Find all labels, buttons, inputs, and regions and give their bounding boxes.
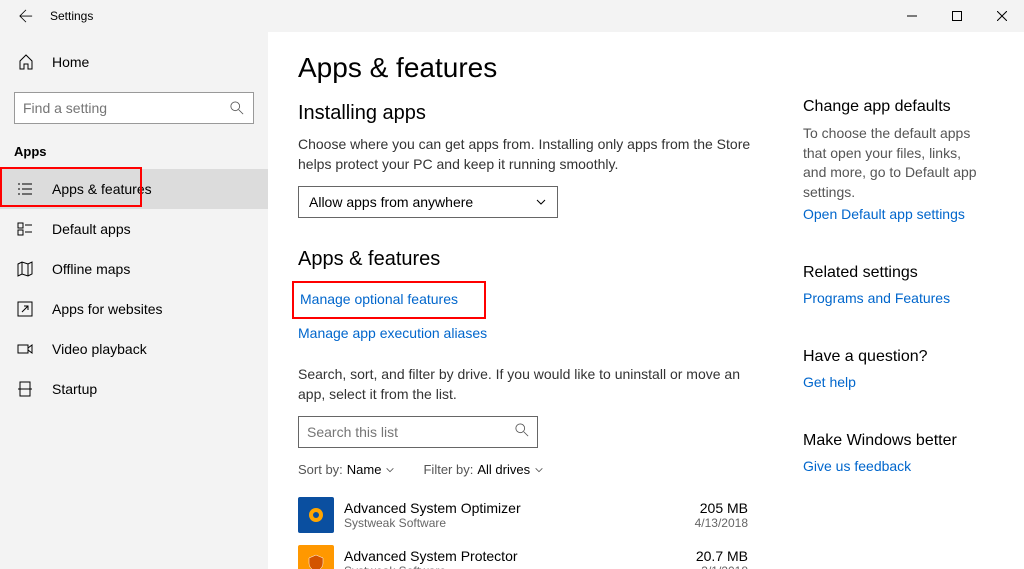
sidebar-item-offline-maps[interactable]: Offline maps xyxy=(0,249,268,289)
manage-optional-link[interactable]: Manage optional features xyxy=(300,291,458,307)
sidebar-item-label: Apps for websites xyxy=(52,301,163,317)
side-panel: Change app defaults To choose the defaul… xyxy=(768,52,984,569)
window-title: Settings xyxy=(50,9,93,23)
app-list-search-field[interactable] xyxy=(307,424,515,440)
sidebar-item-label: Video playback xyxy=(52,341,147,357)
sidebar-item-default-apps[interactable]: Default apps xyxy=(0,209,268,249)
defaults-icon xyxy=(16,221,34,237)
search-field[interactable] xyxy=(23,100,229,116)
open-icon xyxy=(16,301,34,317)
page-title: Apps & features xyxy=(298,52,768,84)
app-name: Advanced System Optimizer xyxy=(344,500,695,516)
highlight-marker: Manage optional features xyxy=(292,281,486,319)
app-list-search[interactable] xyxy=(298,416,538,448)
search-icon xyxy=(515,423,529,442)
map-icon xyxy=(16,261,34,277)
filter-dropdown[interactable]: Filter by: All drives xyxy=(423,462,544,477)
chevron-down-icon xyxy=(535,196,547,208)
chevron-down-icon xyxy=(385,465,395,475)
help-heading: Have a question? xyxy=(803,348,984,366)
search-input[interactable] xyxy=(14,92,254,124)
titlebar: Settings xyxy=(0,0,1024,32)
app-publisher: Systweak Software xyxy=(344,564,696,569)
chevron-down-icon xyxy=(534,465,544,475)
minimize-icon xyxy=(907,11,917,21)
features-heading: Apps & features xyxy=(298,248,768,271)
startup-icon xyxy=(16,381,34,397)
app-size: 20.7 MB xyxy=(696,548,748,564)
sort-dropdown[interactable]: Sort by: Name xyxy=(298,462,395,477)
app-source-dropdown[interactable]: Allow apps from anywhere xyxy=(298,186,558,218)
related-heading: Related settings xyxy=(803,264,984,282)
home-button[interactable]: Home xyxy=(0,42,268,82)
app-publisher: Systweak Software xyxy=(344,516,695,530)
sidebar-item-label: Apps & features xyxy=(52,181,152,197)
app-date: 3/1/2018 xyxy=(696,564,748,569)
app-icon xyxy=(298,497,334,533)
sidebar-item-label: Default apps xyxy=(52,221,131,237)
programs-features-link[interactable]: Programs and Features xyxy=(803,290,950,306)
manage-aliases-link[interactable]: Manage app execution aliases xyxy=(298,325,487,341)
installing-heading: Installing apps xyxy=(298,102,768,125)
back-button[interactable] xyxy=(10,0,42,32)
app-date: 4/13/2018 xyxy=(695,516,748,530)
maximize-icon xyxy=(952,11,962,21)
defaults-text: To choose the default apps that open you… xyxy=(803,124,984,202)
sidebar-item-startup[interactable]: Startup xyxy=(0,369,268,409)
section-label: Apps xyxy=(0,138,268,169)
close-icon xyxy=(997,11,1007,21)
sidebar-item-video-playback[interactable]: Video playback xyxy=(0,329,268,369)
maximize-button[interactable] xyxy=(934,0,979,32)
video-icon xyxy=(16,341,34,357)
sidebar: Home Apps Apps & features Default apps O… xyxy=(0,32,268,569)
search-hint: Search, sort, and filter by drive. If yo… xyxy=(298,365,768,404)
app-name: Advanced System Protector xyxy=(344,548,696,564)
dropdown-value: Allow apps from anywhere xyxy=(309,194,473,210)
content: Apps & features Installing apps Choose w… xyxy=(268,32,1024,569)
sidebar-item-label: Offline maps xyxy=(52,261,130,277)
app-size: 205 MB xyxy=(695,500,748,516)
app-list-item[interactable]: Advanced System Optimizer Systweak Softw… xyxy=(298,491,768,539)
feedback-heading: Make Windows better xyxy=(803,432,984,450)
open-default-apps-link[interactable]: Open Default app settings xyxy=(803,206,965,222)
sort-filter-row: Sort by: Name Filter by: All drives xyxy=(298,462,768,477)
app-icon xyxy=(298,545,334,569)
get-help-link[interactable]: Get help xyxy=(803,374,856,390)
arrow-left-icon xyxy=(19,9,33,23)
sidebar-item-label: Startup xyxy=(52,381,97,397)
installing-text: Choose where you can get apps from. Inst… xyxy=(298,135,768,174)
app-list-item[interactable]: Advanced System Protector Systweak Softw… xyxy=(298,539,768,569)
home-icon xyxy=(18,54,34,70)
minimize-button[interactable] xyxy=(889,0,934,32)
defaults-heading: Change app defaults xyxy=(803,98,984,116)
home-label: Home xyxy=(52,54,89,70)
search-icon xyxy=(229,101,245,115)
feedback-link[interactable]: Give us feedback xyxy=(803,458,911,474)
list-icon xyxy=(16,181,34,197)
close-button[interactable] xyxy=(979,0,1024,32)
sidebar-item-apps-features[interactable]: Apps & features xyxy=(0,169,268,209)
sidebar-item-apps-websites[interactable]: Apps for websites xyxy=(0,289,268,329)
